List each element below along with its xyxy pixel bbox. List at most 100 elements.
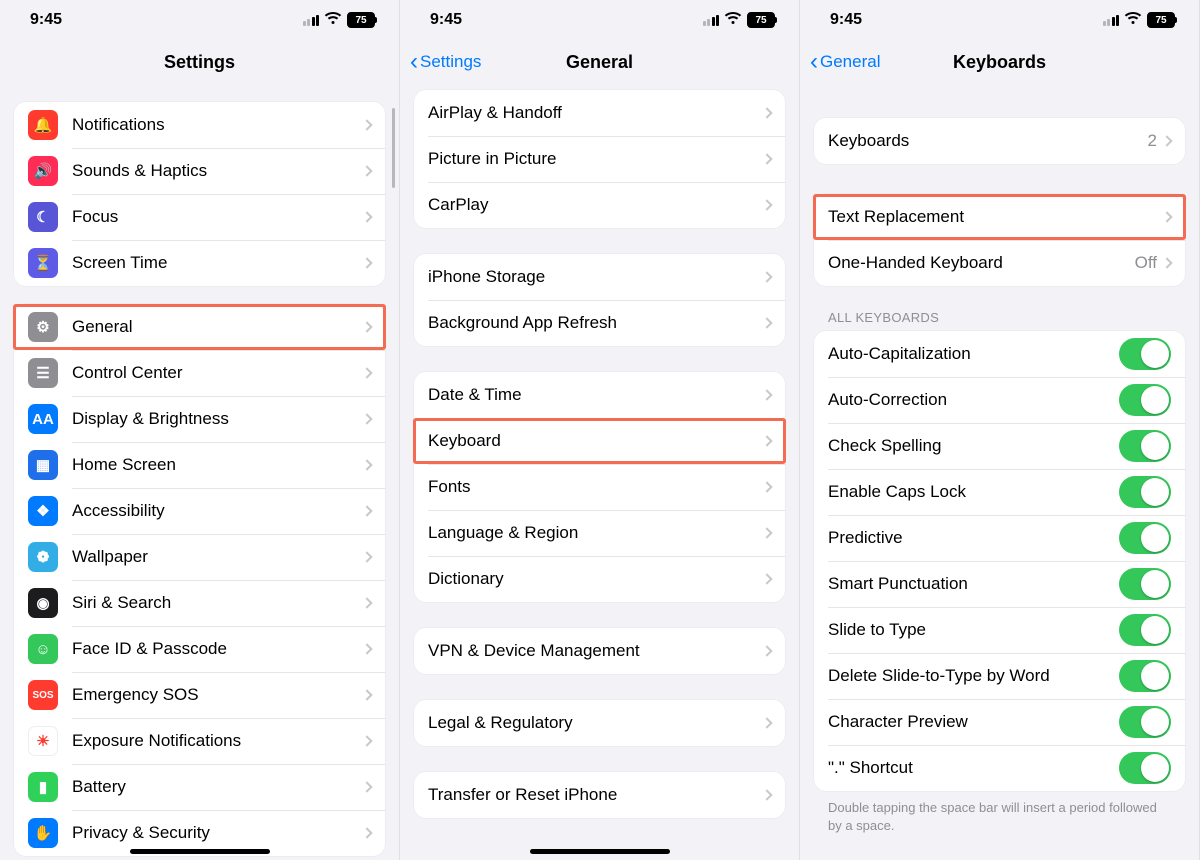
chevron-right-icon <box>361 505 372 516</box>
general-group: Date & Time Keyboard Fonts Language & Regio… <box>414 372 785 602</box>
general-group: Legal & Regulatory <box>414 700 785 746</box>
settings-row-display-brightness[interactable]: AADisplay & Brightness <box>14 396 385 442</box>
keyboards-list[interactable]: Keyboards2 Text Replacement One-Handed Key… <box>800 84 1199 860</box>
chevron-right-icon <box>361 165 372 176</box>
row-label: Keyboard <box>428 431 763 451</box>
settings-row-accessibility[interactable]: ❖ Accessibility <box>14 488 385 534</box>
keyboards-row-text-replacement[interactable]: Text Replacement <box>814 194 1185 240</box>
settings-row-home-screen[interactable]: ▦Home Screen <box>14 442 385 488</box>
settings-row-face-id-passcode[interactable]: ☺Face ID & Passcode <box>14 626 385 672</box>
status-time: 9:45 <box>430 11 462 29</box>
settings-row-emergency-sos[interactable]: SOSEmergency SOS <box>14 672 385 718</box>
toggle-switch[interactable] <box>1119 706 1171 738</box>
chevron-right-icon <box>761 435 772 446</box>
settings-row-exposure-notifications[interactable]: ☀Exposure Notifications <box>14 718 385 764</box>
section-header-all-keyboards: All Keyboards <box>814 286 1185 331</box>
back-button[interactable]: ‹ General <box>810 40 880 84</box>
toggle-switch[interactable] <box>1119 384 1171 416</box>
toggle-switch[interactable] <box>1119 568 1171 600</box>
row-label: Sounds & Haptics <box>72 161 363 181</box>
back-label: General <box>820 52 880 72</box>
chevron-right-icon <box>761 271 772 282</box>
chevron-right-icon <box>361 413 372 424</box>
status-bar: 9:45 75 <box>0 0 399 40</box>
row-label: Legal & Regulatory <box>428 713 763 733</box>
keyboards-row-one-handed-keyboard[interactable]: One-Handed KeyboardOff <box>814 240 1185 286</box>
settings-row-wallpaper[interactable]: ❁Wallpaper <box>14 534 385 580</box>
settings-row-notifications[interactable]: 🔔Notifications <box>14 102 385 148</box>
bell-icon: 🔔 <box>28 110 58 140</box>
gear-icon: ⚙ <box>28 312 58 342</box>
nav-title: General <box>566 52 633 73</box>
navbar-settings: Settings <box>0 40 399 84</box>
settings-row-sounds-haptics[interactable]: 🔊Sounds & Haptics <box>14 148 385 194</box>
pane-general: 9:45 75 ‹ Settings General AirPlay & Han… <box>400 0 800 860</box>
general-row-vpn-device-management[interactable]: VPN & Device Management <box>414 628 785 674</box>
general-list[interactable]: AirPlay & HandoffPicture in PictureCarPl… <box>400 84 799 860</box>
chevron-right-icon <box>361 551 372 562</box>
keyboards-group: Keyboards2 <box>814 118 1185 164</box>
wifi-icon <box>724 11 742 30</box>
chevron-right-icon <box>361 119 372 130</box>
keyboards-row-keyboards[interactable]: Keyboards2 <box>814 118 1185 164</box>
settings-group: 🔔Notifications🔊Sounds & Haptics☾Focus⏳Sc… <box>14 102 385 286</box>
settings-row-control-center[interactable]: ☰Control Center <box>14 350 385 396</box>
chevron-right-icon <box>761 645 772 656</box>
status-bar: 9:45 75 <box>800 0 1199 40</box>
general-row-fonts[interactable]: Fonts <box>414 464 785 510</box>
back-button[interactable]: ‹ Settings <box>410 40 481 84</box>
toggle-row-enable-caps-lock: Enable Caps Lock <box>814 469 1185 515</box>
general-group: AirPlay & HandoffPicture in PictureCarPl… <box>414 90 785 228</box>
toggle-switch[interactable] <box>1119 660 1171 692</box>
general-row-transfer-or-reset-iphone[interactable]: Transfer or Reset iPhone <box>414 772 785 818</box>
chevron-left-icon: ‹ <box>810 50 818 74</box>
general-row-background-app-refresh[interactable]: Background App Refresh <box>414 300 785 346</box>
toggle-switch[interactable] <box>1119 752 1171 784</box>
toggle-switch[interactable] <box>1119 614 1171 646</box>
toggle-switch[interactable] <box>1119 522 1171 554</box>
general-row-iphone-storage[interactable]: iPhone Storage <box>414 254 785 300</box>
general-row-language-region[interactable]: Language & Region <box>414 510 785 556</box>
keyboards-group: Text Replacement One-Handed KeyboardOff <box>814 194 1185 286</box>
general-row-keyboard[interactable]: Keyboard <box>414 418 785 464</box>
row-label: Text Replacement <box>828 207 1163 227</box>
general-row-legal-regulatory[interactable]: Legal & Regulatory <box>414 700 785 746</box>
general-row-dictionary[interactable]: Dictionary <box>414 556 785 602</box>
row-label: Emergency SOS <box>72 685 363 705</box>
toggle-switch[interactable] <box>1119 430 1171 462</box>
toggle-switch[interactable] <box>1119 476 1171 508</box>
toggle-row-predictive: Predictive <box>814 515 1185 561</box>
pane-settings: 9:45 75 Settings 🔔Notifications🔊Sounds &… <box>0 0 400 860</box>
general-row-airplay-handoff[interactable]: AirPlay & Handoff <box>414 90 785 136</box>
toggle-switch[interactable] <box>1119 338 1171 370</box>
row-label: Accessibility <box>72 501 363 521</box>
general-row-picture-in-picture[interactable]: Picture in Picture <box>414 136 785 182</box>
row-label: "." Shortcut <box>828 758 1119 778</box>
settings-row-siri-search[interactable]: ◉Siri & Search <box>14 580 385 626</box>
row-label: VPN & Device Management <box>428 641 763 661</box>
settings-row-focus[interactable]: ☾Focus <box>14 194 385 240</box>
settings-row-general[interactable]: ⚙ General <box>14 304 385 350</box>
accessibility-icon: ❖ <box>28 496 58 526</box>
general-group: VPN & Device Management <box>414 628 785 674</box>
settings-list[interactable]: 🔔Notifications🔊Sounds & Haptics☾Focus⏳Sc… <box>0 84 399 860</box>
nav-title: Keyboards <box>953 52 1046 73</box>
battery-icon: 75 <box>1147 12 1175 28</box>
faceid-icon: ☺ <box>28 634 58 664</box>
chevron-right-icon <box>361 321 372 332</box>
row-label: Dictionary <box>428 569 763 589</box>
status-right: 75 <box>303 11 376 30</box>
general-row-carplay[interactable]: CarPlay <box>414 182 785 228</box>
toggle-row-smart-punctuation: Smart Punctuation <box>814 561 1185 607</box>
battery-icon: 75 <box>347 12 375 28</box>
row-label: Fonts <box>428 477 763 497</box>
chevron-right-icon <box>1161 135 1172 146</box>
chevron-right-icon <box>761 717 772 728</box>
row-label: General <box>72 317 363 337</box>
general-row-date-time[interactable]: Date & Time <box>414 372 785 418</box>
chevron-right-icon <box>761 199 772 210</box>
chevron-right-icon <box>361 459 372 470</box>
settings-row-screen-time[interactable]: ⏳Screen Time <box>14 240 385 286</box>
row-label: Display & Brightness <box>72 409 363 429</box>
settings-row-battery[interactable]: ▮Battery <box>14 764 385 810</box>
